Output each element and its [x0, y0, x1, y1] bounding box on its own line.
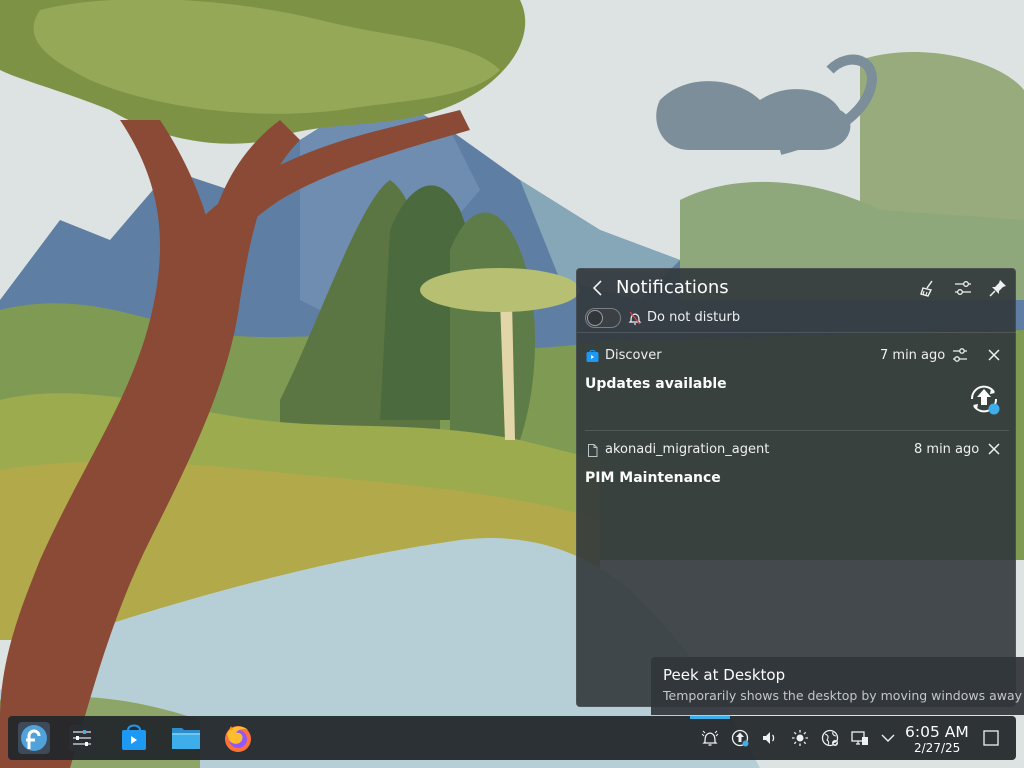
notification-time: 7 min ago: [880, 348, 946, 363]
notifications-title: Notifications: [616, 277, 729, 298]
tooltip-title: Peek at Desktop: [663, 666, 786, 684]
tooltip-subtitle: Temporarily shows the desktop by moving …: [663, 688, 1023, 703]
notification-app-name: Discover: [605, 348, 662, 363]
pin-icon[interactable]: [987, 277, 1009, 299]
back-arrow-icon[interactable]: [587, 277, 609, 299]
discover-app-icon: [586, 350, 599, 362]
taskbar-panel: 6:05 AM 2/27/25: [8, 716, 1016, 760]
do-not-disturb-bell-icon: [628, 311, 642, 325]
system-settings-icon[interactable]: [66, 722, 98, 754]
tray-active-indicator: [690, 716, 730, 719]
notifications-bell-icon[interactable]: [700, 728, 720, 748]
network-globe-icon[interactable]: [820, 728, 840, 748]
discover-icon[interactable]: [118, 722, 150, 754]
peek-at-desktop-icon[interactable]: [982, 729, 1000, 747]
clock-time[interactable]: 6:05 AM: [905, 723, 969, 741]
expand-tray-chevron-icon[interactable]: [878, 728, 898, 748]
notification-separator: [585, 430, 1009, 431]
notification-app-name: akonadi_migration_agent: [605, 442, 770, 457]
notification-close-icon[interactable]: [984, 345, 1004, 365]
header-separator: [577, 332, 1017, 333]
display-configuration-icon[interactable]: [850, 728, 870, 748]
configure-sliders-icon[interactable]: [952, 277, 974, 299]
firefox-icon[interactable]: [222, 722, 254, 754]
notification-title: Updates available: [585, 376, 727, 392]
system-update-icon: [970, 385, 1000, 415]
do-not-disturb-label: Do not disturb: [647, 310, 741, 325]
do-not-disturb-toggle[interactable]: [585, 308, 621, 328]
clock-date[interactable]: 2/27/25: [914, 741, 960, 755]
notification-configure-icon[interactable]: [950, 345, 970, 365]
peek-at-desktop-tooltip: Peek at Desktop Temporarily shows the de…: [651, 657, 1024, 715]
generic-file-icon: [588, 444, 598, 457]
toggle-knob: [587, 310, 603, 326]
notification-close-icon[interactable]: [984, 439, 1004, 459]
notification-time: 8 min ago: [914, 442, 980, 457]
fedora-launcher-icon[interactable]: [18, 722, 50, 754]
notifications-header: Notifications Do not disturb: [577, 269, 1017, 331]
notifications-popup: Notifications Do not disturb Discover 7 …: [576, 268, 1017, 707]
clear-all-broom-icon[interactable]: [917, 277, 939, 299]
volume-icon[interactable]: [760, 728, 780, 748]
updates-icon[interactable]: [730, 728, 750, 748]
notification-title: PIM Maintenance: [585, 470, 721, 486]
brightness-icon[interactable]: [790, 728, 810, 748]
dolphin-file-manager-icon[interactable]: [170, 722, 202, 754]
